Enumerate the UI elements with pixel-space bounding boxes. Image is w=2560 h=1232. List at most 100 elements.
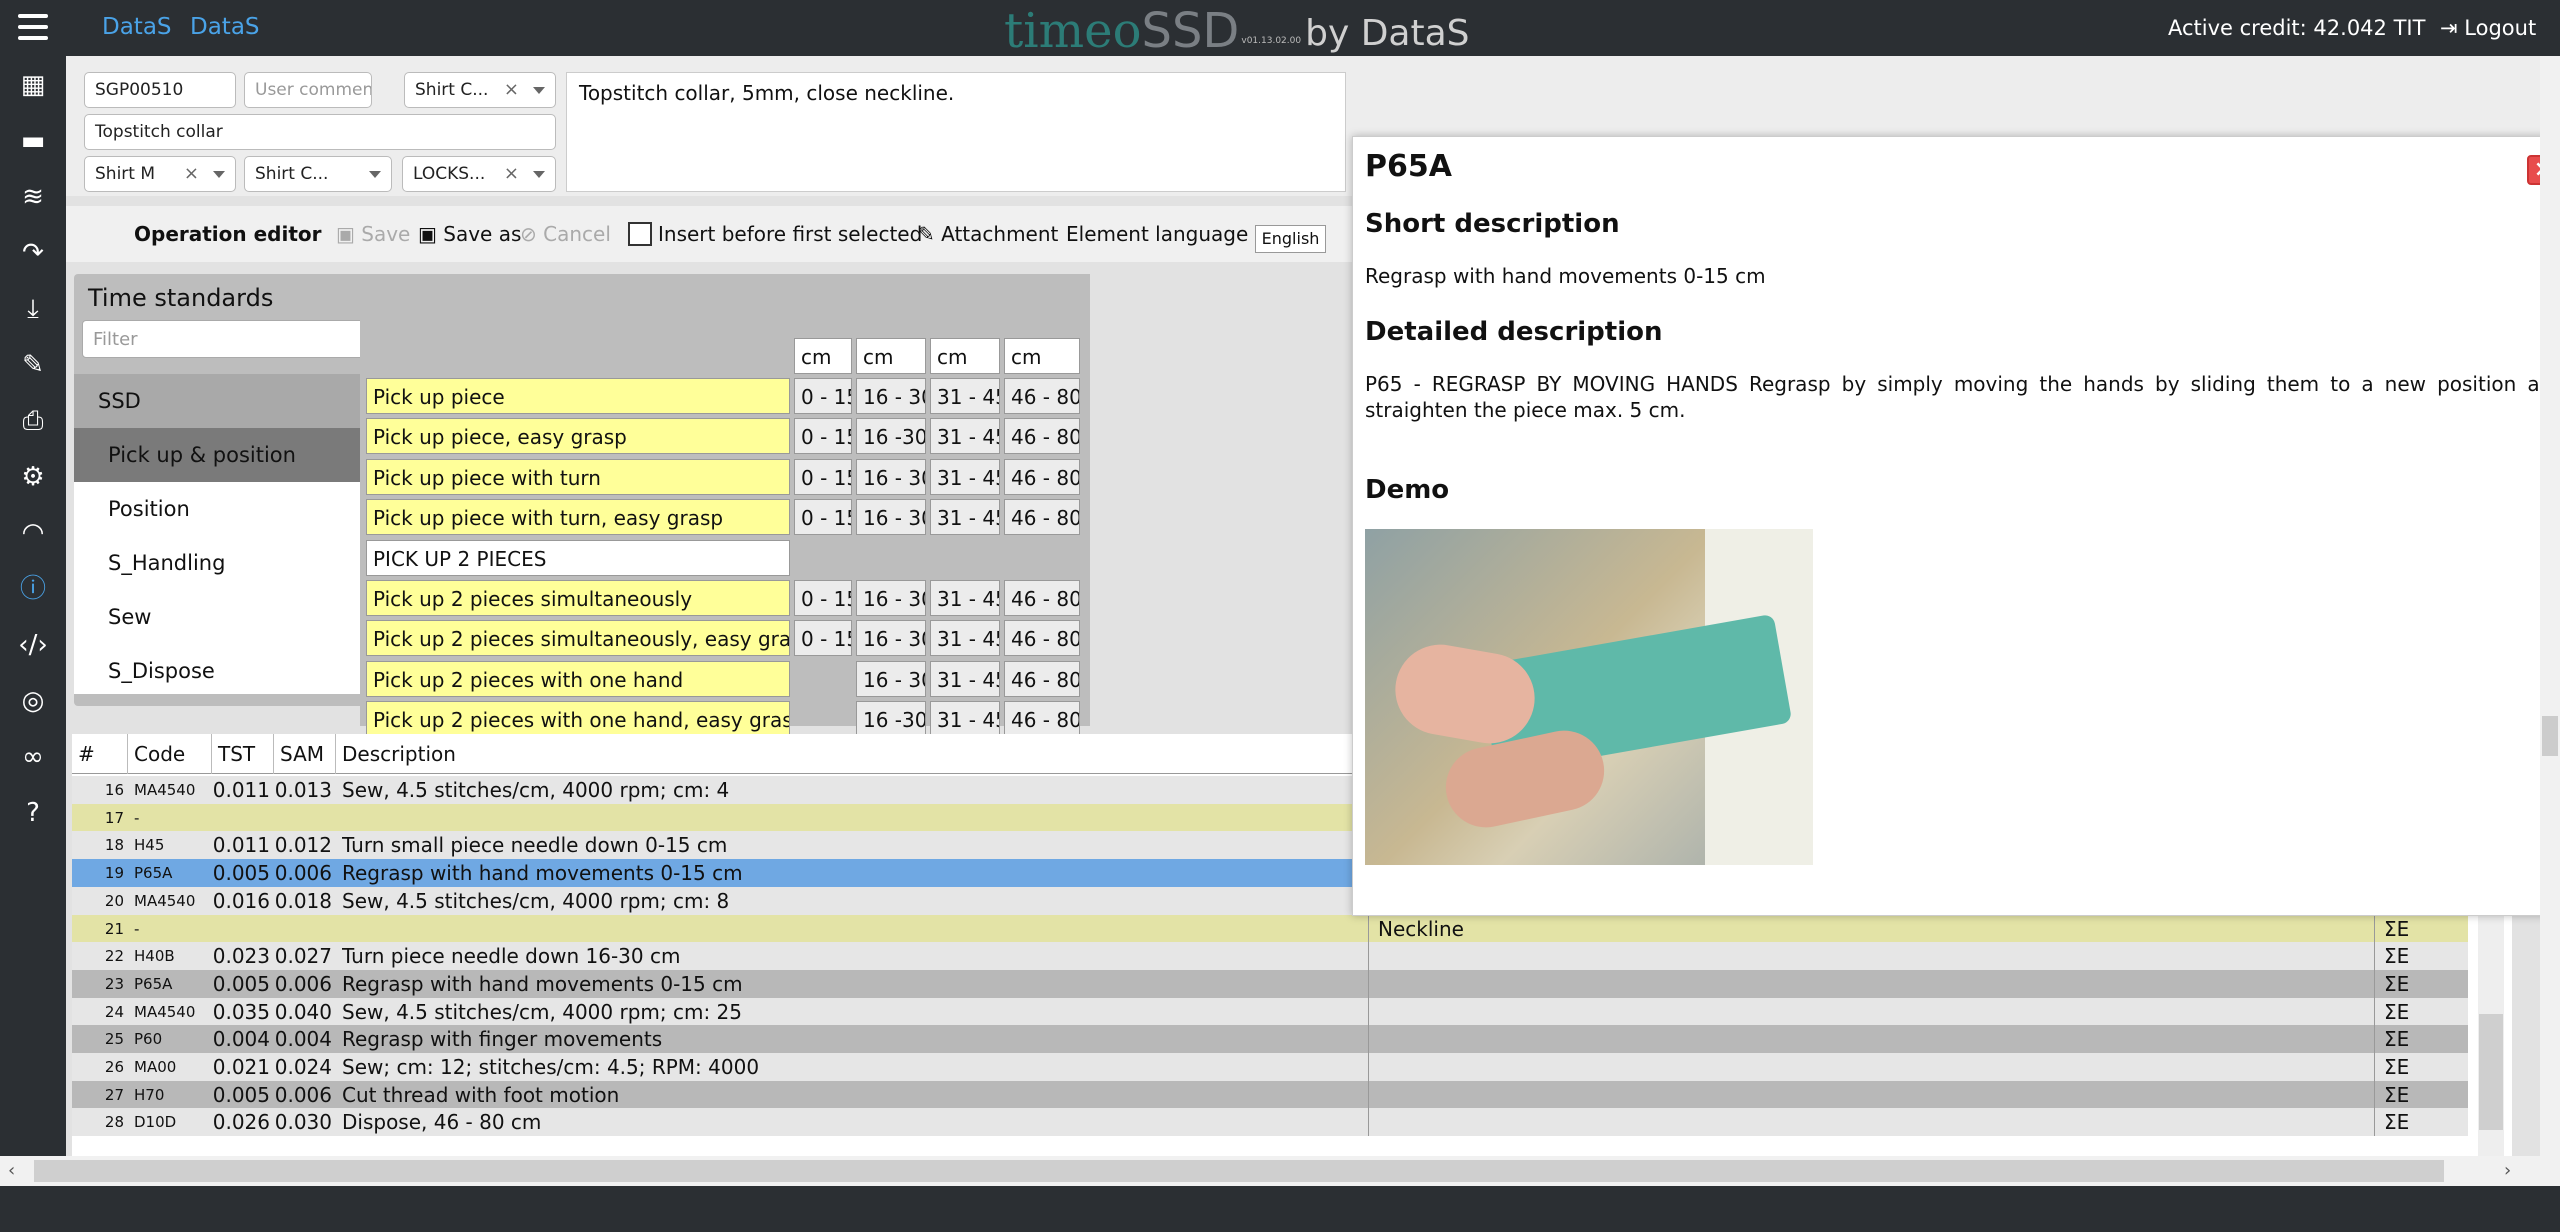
chevron-down-icon[interactable] <box>533 171 545 178</box>
time-standard-item[interactable]: Sew <box>74 590 390 644</box>
col-header-sam[interactable]: SAM <box>274 734 336 774</box>
operation-code-field[interactable]: SGP00510 <box>84 72 236 108</box>
gear-icon[interactable]: ⚙ <box>18 462 48 492</box>
operation-title-field[interactable]: Topstitch collar <box>84 114 556 150</box>
element-range-cell[interactable]: 0 - 15 <box>794 620 852 657</box>
scroll-thumb[interactable] <box>2542 716 2558 756</box>
chevron-right-icon[interactable]: › <box>2504 1160 2511 1181</box>
element-range-cell[interactable]: 0 - 15 <box>794 378 852 414</box>
col-header-description[interactable]: Description <box>336 734 1358 774</box>
element-range-cell[interactable]: 0 - 15 <box>794 580 852 616</box>
element-range-cell[interactable]: 31 - 45 <box>930 499 1000 536</box>
element-range-cell[interactable]: 31 - 45 <box>930 378 1000 414</box>
chevron-down-icon[interactable] <box>213 171 225 178</box>
print-icon[interactable]: ⎙ <box>18 406 48 436</box>
share-icon[interactable]: ↷ <box>18 238 48 268</box>
save-button[interactable]: ▣ Save <box>336 222 410 246</box>
element-range-cell[interactable]: 31 - 45 <box>930 620 1000 657</box>
product-select[interactable]: Shirt M × <box>84 156 236 192</box>
table-row[interactable]: 28 D10D 0.026 0.030 Dispose, 46 - 80 cm ΣE <box>72 1108 2468 1137</box>
element-range-cell[interactable]: 46 - 80 <box>1004 660 1080 697</box>
clear-icon[interactable]: × <box>504 163 519 184</box>
clear-icon[interactable]: × <box>184 163 199 184</box>
element-range-cell[interactable]: 16 -30 <box>856 701 926 738</box>
user-comment-field[interactable]: User comment <box>244 72 372 108</box>
element-name[interactable]: Pick up 2 pieces simultaneously, easy gr… <box>366 620 790 657</box>
table-row[interactable]: 21- Neckline ΣE <box>72 914 2468 943</box>
category-select[interactable]: Shirt C... × <box>404 72 556 108</box>
element-range-cell[interactable]: 46 - 80 <box>1004 458 1080 495</box>
element-range-cell[interactable]: 31 - 45 <box>930 580 1000 616</box>
rss-icon[interactable]: ◠ <box>18 518 48 548</box>
col-header-code[interactable]: Code <box>128 734 212 774</box>
element-range-cell[interactable]: 16 - 30 <box>856 620 926 657</box>
table-row[interactable]: 26 MA00 0.021 0.024 Sew; cm: 12; stitches/cm… <box>72 1053 2468 1081</box>
briefcase-icon[interactable]: ▬ <box>18 126 48 156</box>
chevron-down-icon[interactable] <box>369 171 381 178</box>
insert-before-checkbox[interactable]: Insert before first selected <box>628 222 922 246</box>
table-row[interactable]: 25 P60 0.004 0.004 Regrasp with finger movem… <box>72 1025 2468 1054</box>
element-range-cell[interactable]: 46 - 80 <box>1004 580 1080 616</box>
element-range-cell[interactable]: 16 -30 <box>856 418 926 455</box>
element-range-cell[interactable]: 16 - 30 <box>856 458 926 495</box>
wrench-icon[interactable]: ✎ <box>18 350 48 380</box>
table-row[interactable]: 27 H70 0.005 0.006 Cut thread with foot moti… <box>72 1080 2468 1109</box>
element-range-cell[interactable]: 31 - 45 <box>930 660 1000 697</box>
element-name[interactable]: Pick up piece <box>366 378 790 414</box>
element-name[interactable]: Pick up 2 pieces with one hand, easy gra… <box>366 701 790 738</box>
handshake-icon[interactable]: ∞ <box>18 742 48 772</box>
element-range-cell[interactable]: 16 - 30 <box>856 660 926 697</box>
code-icon[interactable]: ‹/› <box>18 630 48 660</box>
part-select[interactable]: Shirt C... <box>244 156 392 192</box>
element-range-cell[interactable]: 16 - 30 <box>856 378 926 414</box>
checkbox-icon[interactable] <box>628 222 652 246</box>
clear-icon[interactable]: × <box>504 79 519 100</box>
logout-button[interactable]: ⇥ Logout <box>2440 16 2536 40</box>
col-header-number[interactable]: # <box>72 734 128 774</box>
element-range-cell[interactable]: 46 - 80 <box>1004 378 1080 414</box>
element-range-cell[interactable]: 0 - 15 <box>794 499 852 536</box>
element-range-cell[interactable]: 31 - 45 <box>930 701 1000 738</box>
element-range-cell[interactable]: 31 - 45 <box>930 458 1000 495</box>
element-name[interactable]: Pick up piece with turn, easy grasp <box>366 499 790 536</box>
download-icon[interactable]: ⤓ <box>18 294 48 324</box>
element-range-cell[interactable]: 16 - 30 <box>856 580 926 616</box>
menu-icon[interactable] <box>18 14 48 40</box>
help-icon[interactable]: ? <box>18 798 48 828</box>
info-icon[interactable]: ⓘ <box>18 574 48 604</box>
brand-link-2[interactable]: DataS <box>190 14 260 40</box>
time-standard-item[interactable]: S_Handling <box>74 536 390 590</box>
demo-video[interactable] <box>1365 529 1813 865</box>
element-range-cell[interactable]: 31 - 45 <box>930 418 1000 455</box>
element-range-cell[interactable]: 46 - 80 <box>1004 620 1080 657</box>
element-range-cell[interactable]: 0 - 15 <box>794 458 852 495</box>
time-standard-item[interactable]: Position <box>74 482 390 536</box>
element-range-cell[interactable]: 46 - 80 <box>1004 418 1080 455</box>
element-name[interactable]: Pick up 2 pieces simultaneously <box>366 580 790 616</box>
element-range-cell[interactable]: 46 - 80 <box>1004 499 1080 536</box>
element-range-cell[interactable]: 46 - 80 <box>1004 701 1080 738</box>
table-row[interactable]: 23 P65A 0.005 0.006 Regrasp with hand moveme… <box>72 969 2468 998</box>
chevron-left-icon[interactable]: ‹ <box>8 1160 15 1181</box>
operation-comment[interactable]: Topstitch collar, 5mm, close neckline. <box>566 72 1346 192</box>
scroll-thumb[interactable] <box>2479 1014 2503 1130</box>
element-name[interactable]: Pick up piece with turn <box>366 458 790 495</box>
machine-select[interactable]: LOCKS... × <box>402 156 556 192</box>
table-row[interactable]: 22 H40B 0.023 0.027 Turn piece needle down 1… <box>72 942 2468 971</box>
time-standard-item[interactable]: SSD <box>74 374 390 428</box>
save-as-button[interactable]: ▣ Save as <box>418 222 521 246</box>
element-name[interactable]: Pick up 2 pieces with one hand <box>366 660 790 697</box>
chevron-down-icon[interactable] <box>533 87 545 94</box>
table-icon[interactable]: ▦ <box>18 70 48 100</box>
cancel-button[interactable]: ⊘ Cancel <box>520 222 611 246</box>
element-name[interactable]: Pick up piece, easy grasp <box>366 418 790 455</box>
scroll-thumb[interactable] <box>34 1160 2444 1182</box>
table-row[interactable]: 24 MA4540 0.035 0.040 Sew, 4.5 stitches/cm, … <box>72 997 2468 1026</box>
element-range-cell[interactable]: 16 - 30 <box>856 499 926 536</box>
brand-link-1[interactable]: DataS <box>102 14 172 40</box>
element-language-select[interactable]: English <box>1254 225 1327 253</box>
lifebuoy-icon[interactable]: ◎ <box>18 686 48 716</box>
database-icon[interactable]: ≋ <box>18 182 48 212</box>
page-vertical-scrollbar[interactable] <box>2540 56 2560 1186</box>
attachment-button[interactable]: ✎ Attachment <box>918 222 1058 246</box>
